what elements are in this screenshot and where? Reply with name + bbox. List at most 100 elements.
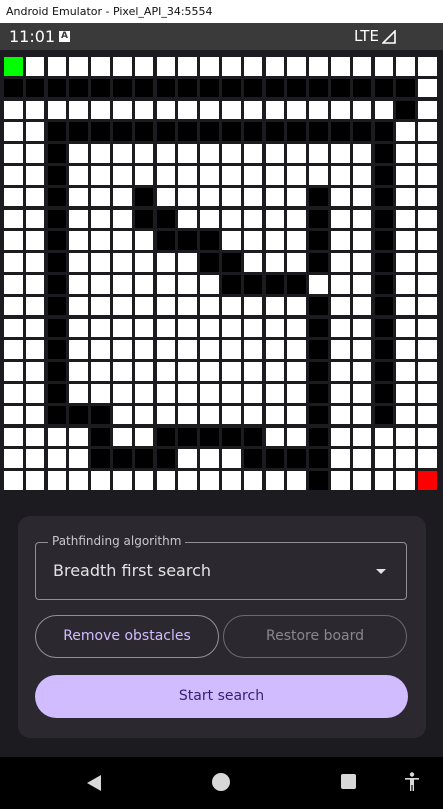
- wall-cell[interactable]: [309, 362, 328, 381]
- wall-cell[interactable]: [265, 275, 285, 294]
- wall-cell[interactable]: [156, 122, 176, 141]
- grid-cell[interactable]: [156, 57, 176, 76]
- grid-cell[interactable]: [47, 57, 67, 76]
- wall-cell[interactable]: [69, 78, 88, 98]
- wall-cell[interactable]: [287, 122, 306, 141]
- wall-cell[interactable]: [309, 296, 328, 316]
- grid-cell[interactable]: [331, 362, 350, 381]
- grid-cell[interactable]: [113, 296, 132, 316]
- grid-cell[interactable]: [25, 362, 45, 381]
- end-cell[interactable]: [418, 471, 437, 490]
- grid-cell[interactable]: [156, 100, 176, 120]
- grid-cell[interactable]: [25, 122, 45, 141]
- grid-cell[interactable]: [418, 340, 437, 359]
- wall-cell[interactable]: [222, 78, 241, 98]
- grid-cell[interactable]: [156, 384, 176, 403]
- grid-cell[interactable]: [222, 362, 241, 381]
- grid-cell[interactable]: [222, 57, 241, 76]
- grid-cell[interactable]: [418, 231, 437, 250]
- grid-cell[interactable]: [396, 57, 415, 76]
- grid-cell[interactable]: [4, 144, 23, 163]
- wall-cell[interactable]: [331, 78, 350, 98]
- wall-cell[interactable]: [113, 449, 132, 468]
- grid-cell[interactable]: [69, 275, 88, 294]
- grid-cell[interactable]: [178, 275, 197, 294]
- wall-cell[interactable]: [91, 449, 110, 468]
- restore-board-button[interactable]: Restore board: [223, 615, 407, 658]
- grid-cell[interactable]: [4, 471, 23, 490]
- grid-cell[interactable]: [69, 209, 88, 229]
- grid-cell[interactable]: [222, 100, 241, 120]
- grid-cell[interactable]: [287, 144, 306, 163]
- grid-cell[interactable]: [396, 231, 415, 250]
- wall-cell[interactable]: [243, 427, 263, 447]
- grid-cell[interactable]: [309, 275, 328, 294]
- grid-cell[interactable]: [69, 384, 88, 403]
- wall-cell[interactable]: [374, 405, 394, 425]
- grid-cell[interactable]: [396, 340, 415, 359]
- grid-cell[interactable]: [25, 340, 45, 359]
- grid-cell[interactable]: [25, 471, 45, 490]
- grid-cell[interactable]: [200, 449, 219, 468]
- grid-cell[interactable]: [243, 384, 263, 403]
- grid-cell[interactable]: [113, 166, 132, 185]
- grid-cell[interactable]: [222, 471, 241, 490]
- wall-cell[interactable]: [134, 187, 154, 207]
- wall-cell[interactable]: [47, 209, 67, 229]
- grid-cell[interactable]: [69, 253, 88, 272]
- wall-cell[interactable]: [47, 78, 67, 98]
- grid-cell[interactable]: [331, 449, 350, 468]
- grid-cell[interactable]: [156, 340, 176, 359]
- grid-cell[interactable]: [178, 296, 197, 316]
- grid-cell[interactable]: [113, 253, 132, 272]
- grid-cell[interactable]: [25, 384, 45, 403]
- grid-cell[interactable]: [243, 57, 263, 76]
- grid-cell[interactable]: [265, 166, 285, 185]
- wall-cell[interactable]: [69, 405, 88, 425]
- wall-cell[interactable]: [265, 122, 285, 141]
- grid-cell[interactable]: [91, 471, 110, 490]
- grid-cell[interactable]: [200, 57, 219, 76]
- grid-cell[interactable]: [25, 100, 45, 120]
- wall-cell[interactable]: [47, 187, 67, 207]
- grid-cell[interactable]: [418, 78, 437, 98]
- grid-cell[interactable]: [25, 449, 45, 468]
- wall-cell[interactable]: [222, 427, 241, 447]
- grid-cell[interactable]: [374, 427, 394, 447]
- wall-cell[interactable]: [374, 187, 394, 207]
- grid-cell[interactable]: [134, 318, 154, 338]
- wall-cell[interactable]: [287, 78, 306, 98]
- grid-cell[interactable]: [25, 427, 45, 447]
- wall-cell[interactable]: [374, 122, 394, 141]
- wall-cell[interactable]: [200, 231, 219, 250]
- grid-cell[interactable]: [265, 100, 285, 120]
- wall-cell[interactable]: [113, 78, 132, 98]
- wall-cell[interactable]: [309, 427, 328, 447]
- wall-cell[interactable]: [309, 253, 328, 272]
- grid-cell[interactable]: [265, 384, 285, 403]
- wall-cell[interactable]: [352, 78, 372, 98]
- grid-cell[interactable]: [287, 231, 306, 250]
- grid-cell[interactable]: [243, 296, 263, 316]
- grid-cell[interactable]: [113, 100, 132, 120]
- grid-cell[interactable]: [243, 209, 263, 229]
- grid-cell[interactable]: [243, 405, 263, 425]
- grid-cell[interactable]: [91, 384, 110, 403]
- grid-cell[interactable]: [47, 427, 67, 447]
- grid-cell[interactable]: [178, 449, 197, 468]
- grid-cell[interactable]: [91, 209, 110, 229]
- wall-cell[interactable]: [309, 471, 328, 490]
- grid-cell[interactable]: [113, 318, 132, 338]
- grid-cell[interactable]: [134, 340, 154, 359]
- grid-cell[interactable]: [396, 122, 415, 141]
- wall-cell[interactable]: [309, 122, 328, 141]
- grid-cell[interactable]: [200, 275, 219, 294]
- grid-cell[interactable]: [418, 209, 437, 229]
- grid-cell[interactable]: [352, 471, 372, 490]
- grid-cell[interactable]: [69, 57, 88, 76]
- grid-cell[interactable]: [222, 340, 241, 359]
- grid-cell[interactable]: [91, 187, 110, 207]
- grid-cell[interactable]: [69, 144, 88, 163]
- grid-cell[interactable]: [91, 318, 110, 338]
- grid-cell[interactable]: [331, 384, 350, 403]
